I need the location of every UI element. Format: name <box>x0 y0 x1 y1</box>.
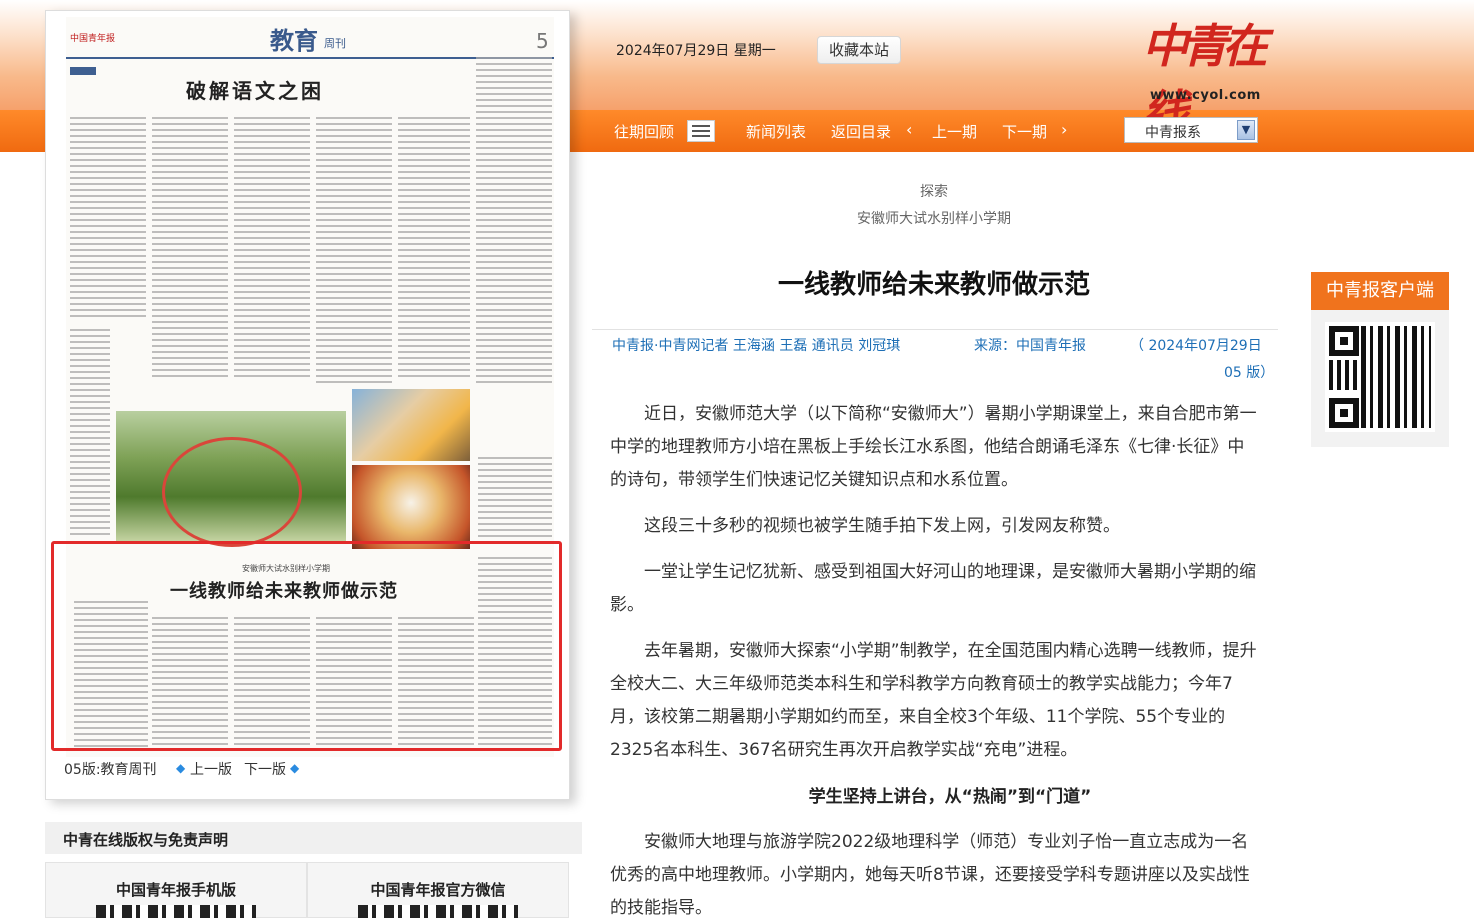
text-column <box>234 117 310 377</box>
client-app-title[interactable]: 中青报客户端 <box>1311 272 1449 310</box>
prev-page-link[interactable]: 上一版 <box>190 759 232 779</box>
text-column <box>476 57 552 387</box>
article-paragraph: 近日，安徽师范大学（以下简称“安徽师大”）暑期小学期课堂上，来自合肥市第一中学的… <box>610 404 1257 490</box>
article-subhead: 安徽师大试水别样小学期 <box>857 211 1011 227</box>
newspaper-top-headline[interactable]: 破解语文之困 <box>186 75 324 104</box>
highlight-headline[interactable]: 一线教师给未来教师做示范 <box>170 577 398 603</box>
site-logo[interactable]: 中青在线 www.cyol.com <box>1140 10 1278 139</box>
paper-select-value: 中青报系 <box>1145 125 1201 141</box>
article-date: （ 2024年07月29日 <box>1130 338 1262 354</box>
text-column <box>152 117 228 377</box>
arrow-left-icon: ◆ <box>176 761 186 775</box>
client-qr-code <box>1325 322 1435 432</box>
article-paragraph: 这段三十多秒的视频也被学生随手拍下发上网，引发网友称赞。 <box>644 516 1120 536</box>
current-page-label: 05版:教育周刊 <box>64 762 157 778</box>
list-icon[interactable] <box>687 120 715 142</box>
arrow-right-icon: ◆ <box>290 761 300 775</box>
wechat-box: 中国青年报官方微信 <box>307 862 569 918</box>
client-app-box: 中青报客户端 <box>1311 272 1449 447</box>
nav-back-to-index[interactable]: 返回目录 <box>831 121 891 142</box>
highlight-subtitle: 安徽师大试水别样小学期 <box>242 564 330 573</box>
qr-finder <box>1329 398 1359 428</box>
article-page: 05 版） <box>1224 365 1275 381</box>
newspaper-weekly-label: 周刊 <box>324 37 346 50</box>
chevron-left-icon: ‹ <box>906 120 913 139</box>
paper-select[interactable]: 中青报系 ▼ <box>1124 117 1258 143</box>
nav-news-list[interactable]: 新闻列表 <box>746 121 806 142</box>
article-paragraph: 去年暑期，安徽师大探索“小学期”制教学，在全国范围内精心选聘一线教师，提升全校大… <box>610 641 1257 760</box>
text-column <box>478 457 552 543</box>
text-column <box>398 117 470 377</box>
wechat-qr-code <box>358 905 518 918</box>
photo-basket-outline <box>162 437 302 547</box>
text-column <box>70 117 146 317</box>
text-column <box>70 329 110 539</box>
title-divider <box>592 329 1278 330</box>
mobile-version-title: 中国青年报手机版 <box>115 881 236 899</box>
chevron-down-icon[interactable]: ▼ <box>1237 120 1255 140</box>
qr-pattern <box>1329 360 1361 390</box>
copyright-title[interactable]: 中青在线版权与免责声明 <box>63 829 228 850</box>
article-paragraph: 安徽师大地理与旅游学院2022级地理科学（师范）专业刘子怡一直立志成为一名优秀的… <box>610 832 1250 918</box>
page-navigation: 05版:教育周刊 ◆ 上一版 下一版 ◆ <box>64 759 544 781</box>
newspaper-brand: 中国青年报 <box>70 34 116 44</box>
qr-pattern <box>1361 326 1431 428</box>
next-page-link[interactable]: 下一版 <box>244 759 286 779</box>
logo-url: www.cyol.com <box>1150 88 1261 103</box>
section-heading: 学生坚持上讲台，从“热闹”到“门道” <box>808 787 1092 807</box>
nav-prev-issue[interactable]: 上一期 <box>932 121 977 142</box>
newspaper-page-number: 5 <box>536 29 549 53</box>
nav-next-issue[interactable]: 下一期 <box>1002 121 1047 142</box>
mobile-qr-code <box>96 905 256 918</box>
photo-children <box>352 389 470 461</box>
chevron-right-icon: › <box>1061 120 1068 139</box>
newspaper-masthead: 中国青年报 教育 周刊 5 <box>66 17 554 59</box>
copyright-bar: 中青在线版权与免责声明 <box>45 822 582 854</box>
photo-cooking <box>352 465 470 549</box>
text-column <box>316 117 392 387</box>
current-date: 2024年07月29日 星期一 <box>616 43 776 59</box>
newspaper-panel: 中国青年报 教育 周刊 5 破解语文之困 安徽师大试水别样小学期 一线教师给未来… <box>45 10 570 800</box>
wechat-title: 中国青年报官方微信 <box>370 881 506 899</box>
nav-past-issues[interactable]: 往期回顾 <box>614 121 674 142</box>
favorite-button[interactable]: 收藏本站 <box>817 36 901 64</box>
column-tag <box>70 67 96 75</box>
article-title: 一线教师给未来教师做示范 <box>777 270 1090 300</box>
newspaper-section-title: 教育 <box>270 26 318 55</box>
qr-finder <box>1329 326 1359 356</box>
article-kicker: 探索 <box>920 184 948 200</box>
mobile-version-box: 中国青年报手机版 <box>45 862 307 918</box>
article-authors: 中青报·中青网记者 王海涵 王磊 通讯员 刘冠琪 <box>612 338 901 354</box>
article-source: 来源：中国青年报 <box>974 338 1086 354</box>
article-paragraph: 一堂让学生记忆犹新、感受到祖国大好河山的地理课，是安徽师大暑期小学期的缩影。 <box>610 562 1256 615</box>
